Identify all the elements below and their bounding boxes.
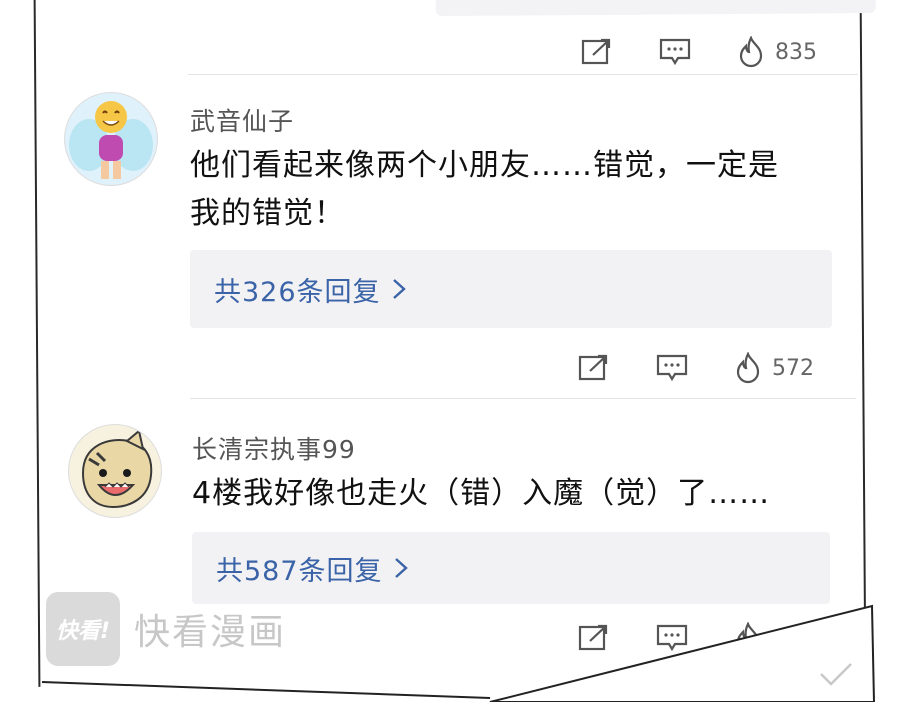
action-row: 572 [532, 352, 814, 384]
avatar[interactable] [64, 92, 158, 186]
flame-icon [739, 36, 763, 68]
like-button[interactable]: 572 [734, 352, 814, 384]
fairy-avatar-icon [69, 101, 153, 179]
reply-count-label: 共587条回复 [216, 555, 383, 587]
share-button[interactable] [578, 623, 610, 653]
cartoon-animal-avatar-icon [81, 429, 153, 509]
checkmark-icon [820, 663, 852, 686]
divider [190, 398, 856, 399]
like-button[interactable]: 835 [737, 36, 817, 68]
comment-text-line: 他们看起来像两个小朋友……错觉，一定是 [190, 148, 779, 183]
share-icon [581, 38, 611, 65]
comment-button[interactable] [656, 623, 688, 653]
watermark-brand-text: 快看漫画 [134, 612, 287, 653]
comment-button[interactable] [656, 353, 688, 383]
username[interactable]: 武音仙子 [190, 102, 294, 138]
avatar[interactable] [68, 424, 162, 518]
comment-icon [659, 38, 691, 66]
share-button[interactable] [581, 37, 613, 67]
like-count: 572 [772, 355, 814, 381]
like-count: 835 [775, 39, 817, 65]
share-icon [578, 624, 608, 651]
comment-text-line: 我的错觉！ [190, 196, 345, 231]
chevron-right-icon [391, 277, 407, 301]
kuaikan-logo: 快看! [46, 592, 120, 666]
share-button[interactable] [578, 353, 610, 383]
kuaikan-watermark: 快看! 快看漫画 [46, 592, 286, 666]
action-row-top: 835 [535, 36, 817, 68]
flame-icon [736, 352, 760, 384]
previous-reply-box[interactable] [435, 0, 876, 17]
action-row [532, 622, 772, 654]
comment-icon [656, 624, 688, 652]
comment-text-line: 4楼我好像也走火（错）入魔（觉）了…… [192, 476, 771, 511]
comment-button[interactable] [659, 37, 691, 67]
reply-count-box[interactable]: 共587条回复 [192, 532, 830, 604]
reply-count-box[interactable]: 共326条回复 [190, 250, 832, 328]
like-button[interactable] [734, 622, 772, 654]
share-icon [578, 354, 608, 381]
divider [188, 74, 858, 75]
flame-icon [736, 622, 760, 654]
chevron-right-icon [393, 556, 409, 580]
username[interactable]: 长清宗执事99 [192, 430, 356, 466]
reply-count-label: 共326条回复 [214, 276, 381, 308]
comment-icon [656, 354, 688, 382]
